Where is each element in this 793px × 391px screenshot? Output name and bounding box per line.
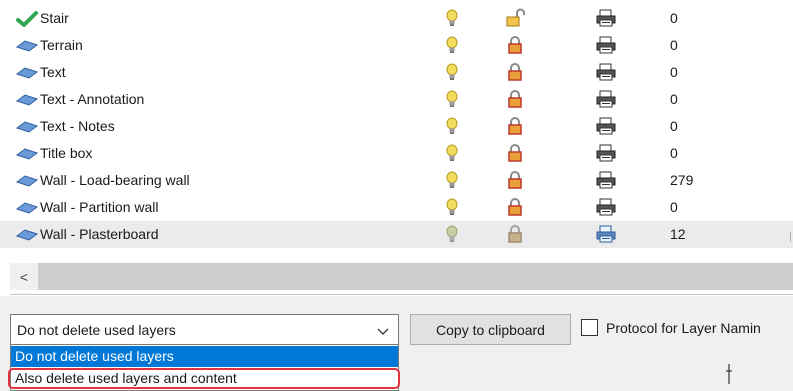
scroll-left-arrow[interactable]: < <box>10 263 38 290</box>
lightbulb-icon[interactable] <box>445 171 459 189</box>
layer-row-text-annotation[interactable]: Text - Annotation 0 <box>0 86 793 113</box>
printer-icon[interactable] <box>595 117 617 135</box>
padlock-icon[interactable] <box>505 62 525 82</box>
lightbulb-icon[interactable] <box>445 198 459 216</box>
printer-icon[interactable] <box>595 225 617 243</box>
protocol-checkbox[interactable] <box>581 319 598 336</box>
scrollbar-thumb[interactable] <box>38 263 793 290</box>
padlock-icon[interactable] <box>505 170 525 190</box>
protocol-checkbox-label: Protocol for Layer Namin <box>606 320 761 336</box>
layer-icon <box>15 200 39 216</box>
layer-row-wall-load-bearing[interactable]: Wall - Load-bearing wall 279 <box>0 167 793 194</box>
printer-icon[interactable] <box>595 9 617 27</box>
layer-icon <box>15 173 39 189</box>
layer-count: 0 <box>670 118 678 134</box>
layer-manager-window: Stair 0 Terrain 0 Text 0 Text - Annotati… <box>0 0 793 391</box>
lightbulb-icon[interactable] <box>445 63 459 81</box>
printer-icon[interactable] <box>595 90 617 108</box>
layer-name: Wall - Partition wall <box>40 199 159 215</box>
printer-icon[interactable] <box>595 63 617 81</box>
layer-name: Title box <box>40 145 93 161</box>
layer-list: Stair 0 Terrain 0 Text 0 Text - Annotati… <box>0 5 793 248</box>
layer-row-stair[interactable]: Stair 0 <box>0 5 793 32</box>
padlock-icon[interactable] <box>505 197 525 217</box>
layer-icon <box>15 146 39 162</box>
lightbulb-icon[interactable] <box>445 117 459 135</box>
layer-count: 0 <box>670 145 678 161</box>
lightbulb-icon[interactable] <box>445 90 459 108</box>
padlock-icon[interactable] <box>505 224 525 244</box>
layer-row-wall-plasterboard[interactable]: Wall - Plasterboard 12 <box>0 221 793 248</box>
layer-icon <box>15 65 39 81</box>
printer-icon[interactable] <box>595 198 617 216</box>
layer-row-wall-partition[interactable]: Wall - Partition wall 0 <box>0 194 793 221</box>
padlock-icon[interactable] <box>505 35 525 55</box>
layer-count: 0 <box>670 199 678 215</box>
printer-icon[interactable] <box>595 36 617 54</box>
dropdown-option-also-delete[interactable]: Also delete used layers and content <box>11 368 398 389</box>
column-divider <box>790 232 791 242</box>
unlocked-padlock-icon[interactable] <box>505 8 525 28</box>
layer-row-terrain[interactable]: Terrain 0 <box>0 32 793 59</box>
layer-count: 0 <box>670 10 678 26</box>
layer-name: Wall - Load-bearing wall <box>40 172 190 188</box>
layer-name: Text - Notes <box>40 118 115 134</box>
layer-count: 12 <box>670 226 686 242</box>
chevron-left-icon: < <box>19 268 29 285</box>
padlock-icon[interactable] <box>505 116 525 136</box>
cursor-marker <box>725 363 733 385</box>
dropdown-option-do-not-delete[interactable]: Do not delete used layers <box>11 346 398 367</box>
lightbulb-icon[interactable] <box>445 9 459 27</box>
layer-name: Text - Annotation <box>40 91 145 107</box>
layer-name: Stair <box>40 10 69 26</box>
lightbulb-icon[interactable] <box>445 144 459 162</box>
delete-layers-dropdown-list: Do not delete used layers Also delete us… <box>10 345 399 391</box>
layer-name: Terrain <box>40 37 83 53</box>
layer-row-title-box[interactable]: Title box 0 <box>0 140 793 167</box>
delete-layers-combobox[interactable]: Do not delete used layers <box>10 314 399 345</box>
layer-count: 0 <box>670 91 678 107</box>
layer-icon <box>15 92 39 108</box>
layer-row-text-notes[interactable]: Text - Notes 0 <box>0 113 793 140</box>
combobox-value: Do not delete used layers <box>17 322 176 338</box>
checkmark-icon <box>16 11 38 27</box>
layer-count: 0 <box>670 37 678 53</box>
printer-icon[interactable] <box>595 144 617 162</box>
layer-row-text[interactable]: Text 0 <box>0 59 793 86</box>
layer-icon <box>15 119 39 135</box>
layer-name: Text <box>40 64 66 80</box>
layer-count: 0 <box>670 64 678 80</box>
layer-name: Wall - Plasterboard <box>40 226 159 242</box>
chevron-down-icon[interactable] <box>377 324 389 335</box>
lightbulb-icon[interactable] <box>445 36 459 54</box>
layer-icon <box>15 227 39 243</box>
printer-icon[interactable] <box>595 171 617 189</box>
lightbulb-icon[interactable] <box>445 225 459 243</box>
list-border <box>10 294 793 295</box>
padlock-icon[interactable] <box>505 89 525 109</box>
layer-icon <box>15 38 39 54</box>
padlock-icon[interactable] <box>505 143 525 163</box>
layer-count: 279 <box>670 172 694 188</box>
copy-to-clipboard-button[interactable]: Copy to clipboard <box>410 314 571 345</box>
horizontal-scrollbar[interactable]: < <box>10 263 793 290</box>
